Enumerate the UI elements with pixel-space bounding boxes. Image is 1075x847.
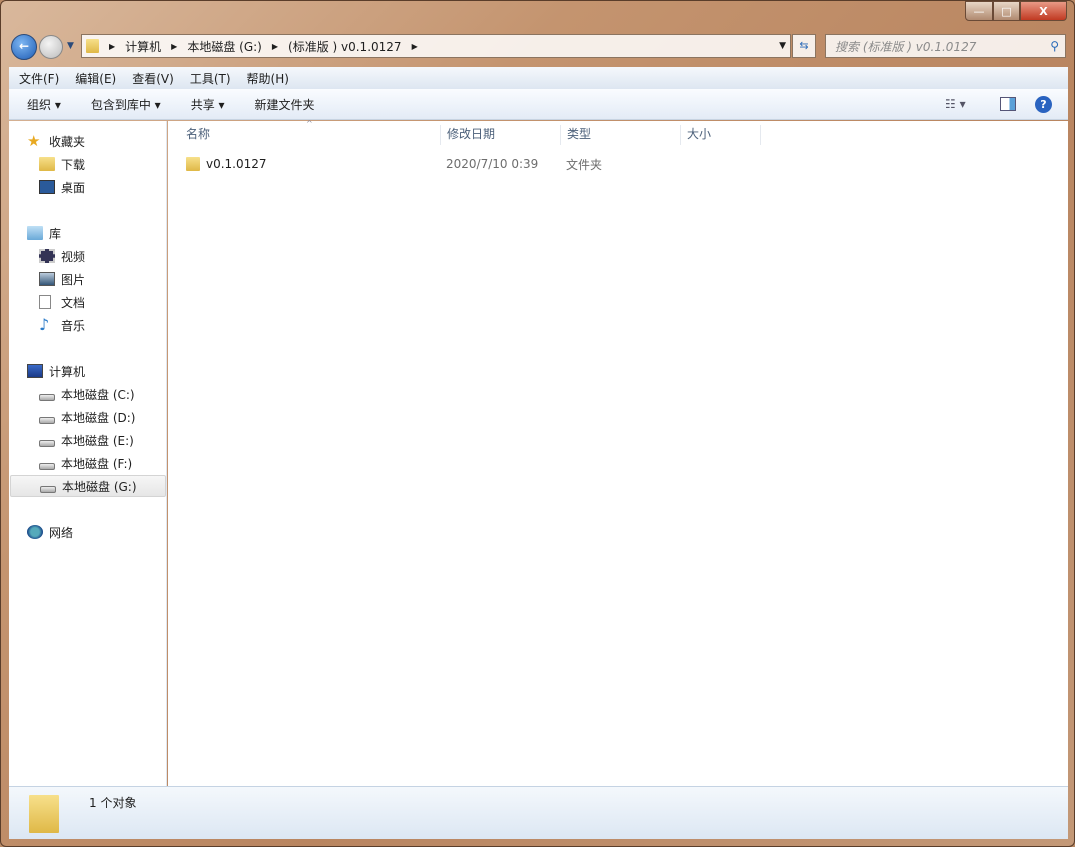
nav-computer[interactable]: 计算机 <box>27 361 85 381</box>
nav-downloads[interactable]: 下载 <box>39 154 85 174</box>
share-button[interactable]: 共享 ▾ <box>191 96 225 113</box>
nav-label: 文档 <box>61 295 86 310</box>
nav-drive-f[interactable]: 本地磁盘 (F:) <box>39 453 132 473</box>
details-pane: 1 个对象 <box>9 786 1068 839</box>
help-icon[interactable]: ? <box>1035 95 1052 113</box>
search-icon[interactable]: ⚲ <box>1050 39 1059 53</box>
item-count: 1 个对象 <box>89 796 137 810</box>
folder-large-icon <box>29 795 59 833</box>
column-header-name[interactable]: 名称 <box>180 125 441 145</box>
command-bar: 组织 ▾ 包含到库中 ▾ 共享 ▾ 新建文件夹 ☷ ▾ ? <box>9 89 1068 120</box>
explorer-window: — □ X ← ▼ ▶ 计算机 ▶ 本地磁盘 (G:) ▶ (标准版 ) v0.… <box>0 0 1075 847</box>
drive-icon <box>40 485 56 493</box>
drive-icon <box>39 416 55 424</box>
nav-label: 本地磁盘 (C:) <box>61 387 135 402</box>
history-dropdown-icon[interactable]: ▼ <box>67 41 74 51</box>
preview-pane-icon[interactable] <box>1000 97 1016 111</box>
nav-label: 下载 <box>61 157 86 172</box>
nav-desktop[interactable]: 桌面 <box>39 177 85 197</box>
nav-label: 网络 <box>49 525 74 540</box>
nav-label: 收藏夹 <box>49 134 86 149</box>
column-header-type[interactable]: 类型 <box>561 125 681 145</box>
back-button[interactable]: ← <box>11 34 37 60</box>
drive-icon <box>39 439 55 447</box>
nav-music[interactable]: ♪ 音乐 <box>39 315 85 335</box>
folder-icon <box>86 39 99 53</box>
nav-favorites[interactable]: ★ 收藏夹 <box>27 131 85 151</box>
chevron-right-icon: ▶ <box>411 41 418 51</box>
nav-drive-d[interactable]: 本地磁盘 (D:) <box>39 407 135 427</box>
breadcrumb-current[interactable]: (标准版 ) v0.1.0127 <box>288 38 402 55</box>
breadcrumb-computer[interactable]: 计算机 <box>125 38 161 55</box>
nav-label: 音乐 <box>61 318 86 333</box>
search-input[interactable]: 搜索 (标准版 ) v0.1.0127 ⚲ <box>825 34 1066 58</box>
nav-label: 本地磁盘 (E:) <box>61 433 134 448</box>
column-header-modified[interactable]: 修改日期 <box>441 125 561 145</box>
organize-button[interactable]: 组织 ▾ <box>27 96 61 113</box>
refresh-button[interactable]: ⇆ <box>792 34 816 58</box>
nav-libraries[interactable]: 库 <box>27 223 61 243</box>
menu-file[interactable]: 文件(F) <box>19 70 59 87</box>
music-icon: ♪ <box>39 315 50 334</box>
computer-icon <box>27 364 43 378</box>
network-icon <box>27 525 43 539</box>
star-icon: ★ <box>27 132 41 150</box>
library-icon <box>27 226 43 240</box>
address-dropdown-icon[interactable]: ▼ <box>779 41 786 51</box>
nav-drive-c[interactable]: 本地磁盘 (C:) <box>39 384 135 404</box>
column-header-size[interactable]: 大小 <box>681 125 761 145</box>
file-row[interactable]: v0.1.0127 2020/7/10 0:39 文件夹 <box>180 154 780 174</box>
system-drive-icon <box>39 393 55 401</box>
menu-tools[interactable]: 工具(T) <box>190 70 231 87</box>
chevron-right-icon: ▶ <box>271 41 279 51</box>
desktop-icon <box>39 180 55 194</box>
chevron-right-icon: ▶ <box>109 41 116 51</box>
maximize-button[interactable]: □ <box>993 1 1020 21</box>
file-modified: 2020/7/10 0:39 <box>446 157 539 171</box>
nav-videos[interactable]: 视频 <box>39 246 85 266</box>
nav-drive-e[interactable]: 本地磁盘 (E:) <box>39 430 134 450</box>
folder-icon <box>186 157 200 171</box>
menu-help[interactable]: 帮助(H) <box>247 70 289 87</box>
nav-label: 视频 <box>61 249 86 264</box>
nav-drive-g[interactable]: 本地磁盘 (G:) <box>10 475 166 497</box>
nav-label: 计算机 <box>49 364 86 379</box>
navigation-pane: ★ 收藏夹 下载 桌面 库 视频 图片 文档 ♪ 音乐 计算机 本地磁盘 (C:) … <box>9 121 167 786</box>
view-options-icon[interactable]: ☷ ▾ <box>945 97 966 111</box>
video-icon <box>39 249 55 263</box>
address-bar[interactable]: ▶ 计算机 ▶ 本地磁盘 (G:) ▶ (标准版 ) v0.1.0127 ▶ ▼ <box>81 34 791 58</box>
nav-label: 图片 <box>61 272 86 287</box>
menu-edit[interactable]: 编辑(E) <box>75 70 116 87</box>
menu-view[interactable]: 查看(V) <box>132 70 174 87</box>
menu-bar: 文件(F) 编辑(E) 查看(V) 工具(T) 帮助(H) <box>9 67 1068 89</box>
nav-label: 本地磁盘 (D:) <box>61 410 136 425</box>
chevron-right-icon: ▶ <box>171 41 178 51</box>
close-button[interactable]: X <box>1020 1 1067 21</box>
document-icon <box>39 295 51 309</box>
file-type: 文件夹 <box>566 157 603 172</box>
nav-label: 本地磁盘 (G:) <box>62 479 137 494</box>
search-placeholder: 搜索 (标准版 ) v0.1.0127 <box>835 39 977 54</box>
nav-label: 本地磁盘 (F:) <box>61 456 133 471</box>
nav-label: 库 <box>49 226 62 241</box>
forward-button[interactable] <box>39 35 63 59</box>
minimize-button[interactable]: — <box>965 1 993 21</box>
new-folder-button[interactable]: 新建文件夹 <box>255 96 315 113</box>
nav-network[interactable]: 网络 <box>27 522 73 542</box>
picture-icon <box>39 272 55 286</box>
breadcrumb-drive-g[interactable]: 本地磁盘 (G:) <box>187 38 262 55</box>
file-name: v0.1.0127 <box>206 157 267 171</box>
nav-pictures[interactable]: 图片 <box>39 269 85 289</box>
file-list: ^ 名称 修改日期 类型 大小 v0.1.0127 2020/7/10 0:39… <box>168 119 1068 786</box>
nav-documents[interactable]: 文档 <box>39 292 85 312</box>
downloads-folder-icon <box>39 157 55 171</box>
nav-label: 桌面 <box>61 180 86 195</box>
include-in-library-button[interactable]: 包含到库中 ▾ <box>91 96 161 113</box>
drive-icon <box>39 462 55 470</box>
